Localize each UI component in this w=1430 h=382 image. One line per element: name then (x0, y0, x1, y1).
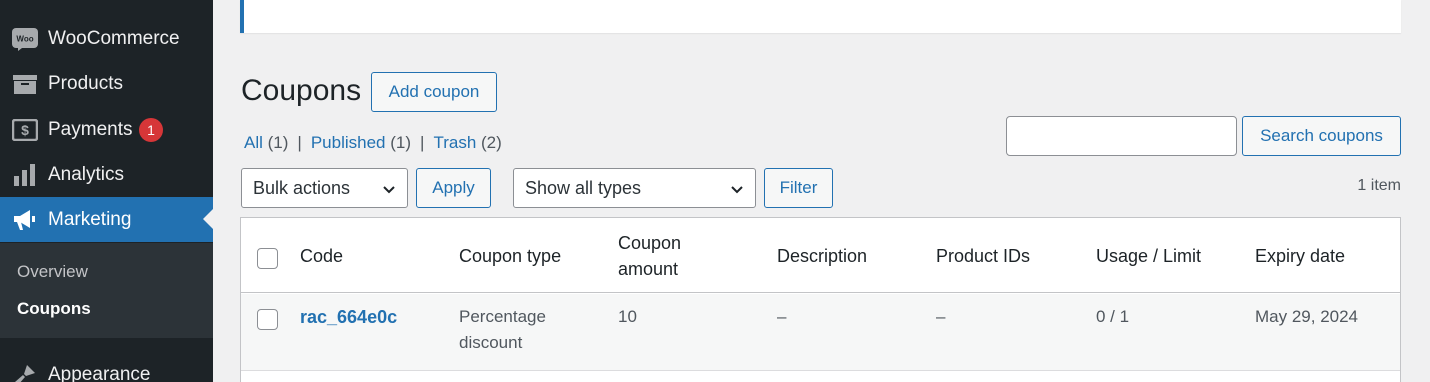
product-ids-cell: – (936, 307, 946, 326)
sidebar-item-label: Products (48, 72, 123, 94)
submenu-item-overview[interactable]: Overview (17, 262, 88, 282)
add-coupon-button[interactable]: Add coupon (371, 72, 497, 112)
bar-chart-icon (12, 162, 38, 188)
column-header-coupon-amount: Coupon amount (618, 230, 681, 282)
column-header-line: Coupon (618, 233, 682, 253)
table-row: rac_664e0c Percentage discount 10 – – 0 … (241, 294, 1400, 371)
filter-trash-link[interactable]: Trash (433, 133, 476, 152)
column-header-product-ids: Product IDs (936, 246, 1031, 266)
description-cell: – (777, 307, 787, 326)
column-header-expiry-date: Expiry date (1255, 246, 1346, 266)
column-header-coupon-type: Coupon type (459, 246, 562, 266)
notification-badge: 1 (139, 118, 163, 142)
admin-notice (240, 0, 1401, 33)
archive-icon (12, 71, 38, 97)
column-header-description: Description (777, 246, 868, 266)
coupon-type-line: Percentage (459, 307, 546, 326)
apply-button[interactable]: Apply (416, 168, 491, 208)
sidebar-item-analytics[interactable]: Analytics (0, 152, 213, 197)
select-all-checkbox[interactable] (257, 248, 278, 269)
sidebar-item-marketing[interactable]: Marketing (0, 197, 213, 242)
chevron-down-icon (729, 181, 745, 197)
expiry-date-cell: May 29, 2024 (1255, 307, 1359, 326)
sidebar-item-label: Payments (48, 118, 133, 140)
sidebar-item-label: Appearance (48, 363, 151, 382)
bulk-actions-select[interactable]: Bulk actions (241, 168, 408, 208)
coupons-table: Code Coupon type Coupon amount Descripti… (240, 217, 1401, 382)
woo-icon: Woo (12, 26, 38, 52)
column-header-usage-limit: Usage / Limit (1096, 246, 1202, 266)
dollar-icon: $ (12, 117, 38, 143)
coupon-amount-cell: 10 (618, 307, 637, 326)
submenu-item-coupons[interactable]: Coupons (17, 299, 91, 319)
sidebar-submenu: Overview Coupons (0, 243, 213, 338)
page-title: Coupons (241, 74, 362, 107)
column-header-line: amount (618, 259, 679, 279)
sidebar-item-appearance[interactable]: Appearance (0, 352, 213, 382)
filter-all-link[interactable]: All (244, 133, 263, 152)
admin-sidebar: Woo WooCommerce Products $ Payments 1 An… (0, 0, 213, 382)
sidebar-item-products[interactable]: Products (0, 61, 213, 106)
woo-icon-text: Woo (16, 34, 33, 43)
sidebar-item-woocommerce[interactable]: Woo WooCommerce (0, 16, 213, 61)
status-filter-links: All (1) | Published (1) | Trash (2) (244, 133, 502, 153)
chevron-down-icon (381, 181, 397, 197)
megaphone-icon (12, 207, 38, 233)
search-input[interactable] (1006, 116, 1237, 156)
filter-button[interactable]: Filter (764, 168, 833, 208)
coupon-type-value: Show all types (525, 177, 642, 198)
filter-published-link[interactable]: Published (311, 133, 386, 152)
usage-limit-cell: 0 / 1 (1096, 307, 1130, 326)
paintbrush-icon (12, 362, 38, 382)
filter-all-count: (1) (267, 133, 289, 152)
bulk-actions-value: Bulk actions (253, 177, 351, 198)
table-header: Code Coupon type Coupon amount Descripti… (241, 218, 1400, 293)
sidebar-item-label: Marketing (48, 208, 132, 230)
filter-separator: | (297, 133, 302, 152)
filter-trash-count: (2) (481, 133, 502, 152)
coupon-type-select[interactable]: Show all types (513, 168, 756, 208)
column-header-code[interactable]: Code (300, 243, 343, 269)
sidebar-item-payments[interactable]: $ Payments 1 (0, 107, 213, 152)
items-count: 1 item (1357, 177, 1401, 194)
svg-text:$: $ (21, 122, 29, 138)
coupon-code-link[interactable]: rac_664e0c (300, 304, 397, 330)
sidebar-item-label: Analytics (48, 163, 125, 185)
coupon-type-cell: Percentage discount (459, 304, 546, 356)
filter-published-count: (1) (390, 133, 412, 152)
row-checkbox[interactable] (257, 309, 278, 330)
sidebar-item-label: WooCommerce (48, 27, 180, 49)
search-coupons-button[interactable]: Search coupons (1242, 116, 1401, 156)
filter-separator: | (420, 133, 425, 152)
coupon-type-line: discount (459, 333, 523, 352)
